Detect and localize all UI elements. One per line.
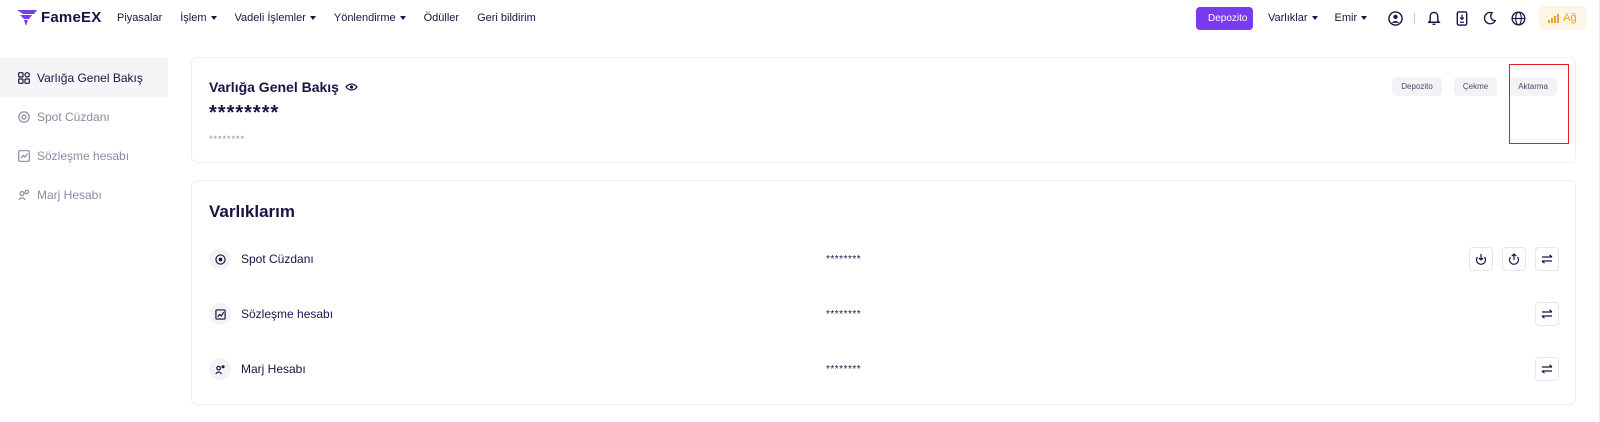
- assets-card: Varlıklarım Spot Cüzdanı ******** Sözleş…: [191, 180, 1576, 405]
- chart-doc-icon: [18, 149, 30, 162]
- withdraw-icon[interactable]: [1502, 247, 1526, 271]
- fameex-logo[interactable]: FameEX: [17, 9, 101, 26]
- sidebar-item-label: Varlığa Genel Bakış: [37, 70, 143, 85]
- nav-geri-bildirim[interactable]: Geri bildirim: [477, 12, 536, 24]
- deposit-icon[interactable]: [1469, 247, 1493, 271]
- brand-name: FameEX: [41, 9, 102, 26]
- deposit-action-button[interactable]: Depozito: [1392, 77, 1442, 96]
- nav-label: Geri bildirim: [477, 12, 536, 24]
- main-nav: Piyasalar İşlem Vadeli İşlemler Yönlendi…: [117, 0, 554, 36]
- nav-oduller[interactable]: Ödüller: [424, 12, 459, 24]
- asset-row-margin: Marj Hesabı ********: [209, 354, 1559, 384]
- transfer-action-button[interactable]: Aktarma: [1509, 77, 1557, 96]
- asset-row-contract: Sözleşme hesabı ********: [209, 299, 1559, 329]
- download-icon[interactable]: [1451, 7, 1473, 29]
- nav-piyasalar[interactable]: Piyasalar: [117, 12, 162, 24]
- deposit-button[interactable]: Depozito: [1196, 6, 1253, 30]
- nav-yonlendirme[interactable]: Yönlendirme: [334, 12, 406, 24]
- transfer-icon[interactable]: [1535, 247, 1559, 271]
- top-navigation: FameEX Piyasalar İşlem Vadeli İşlemler Y…: [0, 0, 1600, 36]
- total-balance-secondary: ********: [209, 134, 246, 144]
- target-icon: [18, 110, 30, 123]
- overview-actions: Depozito Çekme Aktarma: [1380, 77, 1557, 96]
- asset-actions: [1526, 357, 1559, 381]
- caret-down-icon: [309, 16, 316, 20]
- chart-doc-icon: [209, 303, 231, 325]
- asset-name: Sözleşme hesabı: [241, 307, 334, 321]
- sidebar-item-margin-account[interactable]: Marj Hesabı: [0, 175, 168, 214]
- people-icon: [18, 189, 30, 201]
- sidebar-item-spot-wallet[interactable]: Spot Cüzdanı: [0, 97, 168, 136]
- transfer-icon[interactable]: [1535, 302, 1559, 326]
- caret-down-icon: [210, 16, 217, 20]
- target-icon: [209, 248, 231, 270]
- asset-balance: ********: [826, 253, 862, 265]
- signal-icon: [1548, 13, 1560, 23]
- nav-label: Vadeli İşlemler: [234, 12, 306, 24]
- fameex-logo-icon: [17, 9, 37, 26]
- right-nav: Depozito Varlıklar Emir Ağ: [1196, 0, 1586, 36]
- nav-label: Piyasalar: [117, 12, 163, 24]
- user-icon[interactable]: [1384, 7, 1406, 29]
- asset-name: Spot Cüzdanı: [241, 252, 314, 266]
- caret-down-icon: [399, 16, 406, 20]
- overview-title: Varlığa Genel Bakış: [209, 79, 358, 95]
- sidebar-item-label: Marj Hesabı: [37, 187, 102, 202]
- asset-balance: ********: [826, 308, 862, 320]
- sidebar-item-label: Sözleşme hesabı: [37, 148, 130, 163]
- nav-label: Yönlendirme: [333, 12, 396, 24]
- asset-row-spot: Spot Cüzdanı ********: [209, 244, 1559, 274]
- grid-icon: [18, 71, 30, 84]
- asset-actions: [1460, 247, 1559, 271]
- nav-vadeli-islemler[interactable]: Vadeli İşlemler: [235, 12, 316, 24]
- people-icon: [209, 358, 231, 380]
- nav-islem[interactable]: İşlem: [180, 12, 217, 24]
- bell-icon[interactable]: [1423, 7, 1445, 29]
- network-status[interactable]: Ağ: [1539, 6, 1586, 30]
- divider: [1414, 12, 1416, 24]
- asset-actions: [1526, 302, 1559, 326]
- asset-balance: ********: [826, 363, 862, 375]
- overview-title-text: Varlığa Genel Bakış: [209, 79, 339, 95]
- sidebar-item-label: Spot Cüzdanı: [37, 109, 110, 124]
- orders-menu-label: Emir: [1334, 12, 1358, 24]
- network-label: Ağ: [1563, 12, 1577, 24]
- sidebar-item-contract-account[interactable]: Sözleşme hesabı: [0, 136, 168, 175]
- moon-icon[interactable]: [1479, 7, 1501, 29]
- asset-name: Marj Hesabı: [241, 362, 306, 376]
- orders-menu[interactable]: Emir: [1335, 12, 1368, 24]
- caret-down-icon: [1361, 16, 1368, 20]
- withdraw-action-button[interactable]: Çekme: [1453, 77, 1498, 96]
- transfer-icon[interactable]: [1535, 357, 1559, 381]
- assets-title: Varlıklarım: [209, 202, 296, 221]
- assets-menu-label: Varlıklar: [1268, 12, 1308, 24]
- caret-down-icon: [1311, 16, 1318, 20]
- total-balance: ********: [209, 102, 280, 124]
- globe-icon[interactable]: [1507, 7, 1529, 29]
- overview-card: Varlığa Genel Bakış ******** ******** De…: [191, 57, 1576, 163]
- sidebar-item-overview[interactable]: Varlığa Genel Bakış: [0, 58, 168, 97]
- sidebar: Varlığa Genel Bakış Spot Cüzdanı Sözleşm…: [0, 58, 168, 214]
- assets-menu[interactable]: Varlıklar: [1268, 12, 1318, 24]
- nav-label: İşlem: [180, 12, 207, 24]
- nav-label: Ödüller: [423, 12, 460, 24]
- eye-icon[interactable]: [345, 82, 358, 92]
